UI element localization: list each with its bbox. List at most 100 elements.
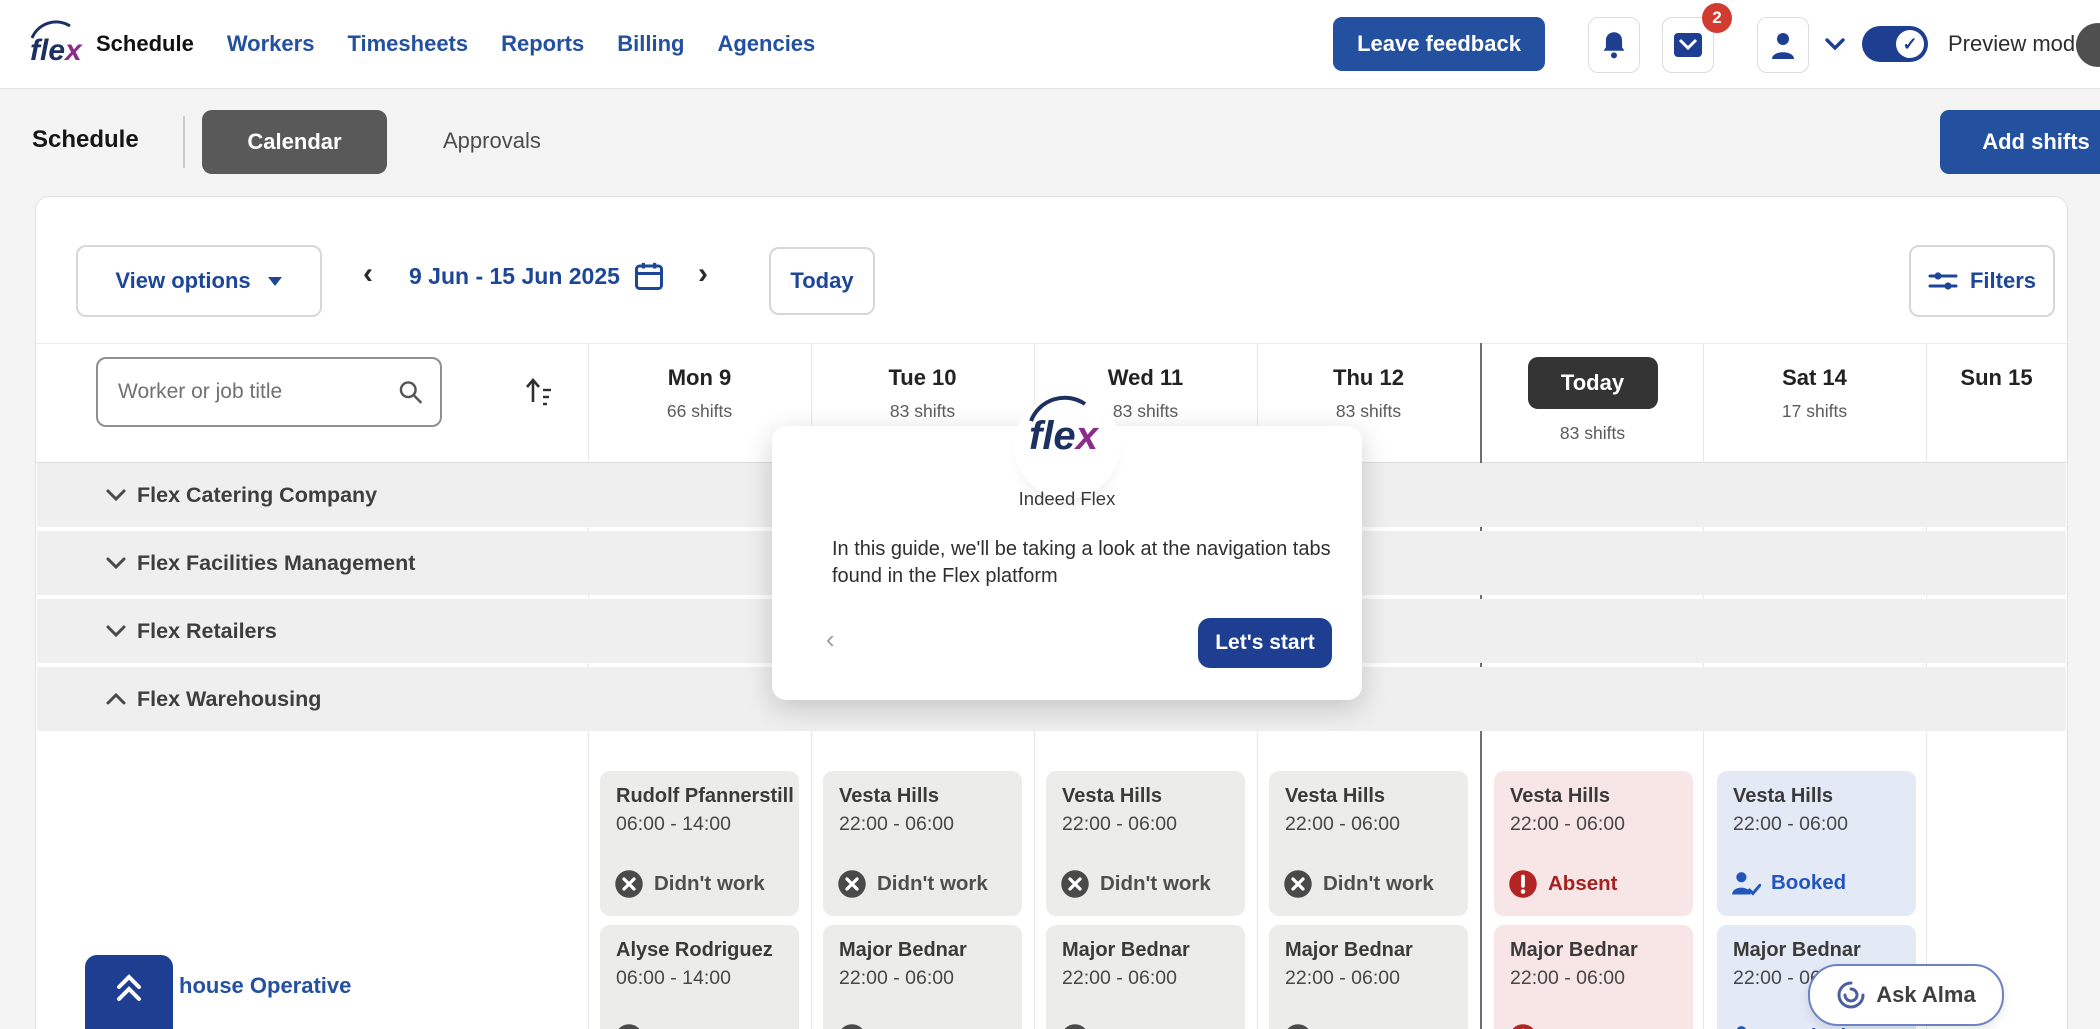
nav-item-billing[interactable]: Billing <box>617 31 684 57</box>
ask-alma-label: Ask Alma <box>1876 982 1975 1008</box>
day-label: Thu 12 <box>1257 365 1480 391</box>
day-shift-count: 83 shifts <box>811 401 1034 422</box>
shift-time: 22:00 - 06:00 <box>1510 967 1625 990</box>
shift-card-absent[interactable]: Vesta Hills 22:00 - 06:00 Absent <box>1494 771 1693 916</box>
alert-icon <box>1508 1023 1538 1029</box>
bell-icon <box>1600 30 1628 60</box>
shift-card-booked[interactable]: Vesta Hills 22:00 - 06:00 Booked <box>1717 771 1916 916</box>
partial-avatar[interactable] <box>2076 23 2100 67</box>
shift-time: 22:00 - 06:00 <box>839 967 954 990</box>
nav-item-schedule[interactable]: Schedule <box>96 31 194 57</box>
prev-week-button[interactable]: ‹ <box>363 259 373 289</box>
leave-feedback-button[interactable]: Leave feedback <box>1333 17 1545 71</box>
shift-time: 22:00 - 06:00 <box>839 813 954 836</box>
next-week-button[interactable]: › <box>698 259 708 289</box>
shift-card[interactable]: Vesta Hills 22:00 - 06:00 Didn't work <box>823 771 1022 916</box>
shift-time: 22:00 - 06:00 <box>1733 813 1848 836</box>
shift-status: Didn't work <box>837 869 988 899</box>
shift-time: 22:00 - 06:00 <box>1062 967 1177 990</box>
nav-links: Schedule Workers Timesheets Reports Bill… <box>96 0 815 88</box>
shift-status: Absent <box>1508 869 1617 899</box>
day-label: Sat 14 <box>1703 365 1926 391</box>
shift-worker-name: Vesta Hills <box>839 785 939 808</box>
shift-worker-name: Vesta Hills <box>1510 785 1610 808</box>
day-label: Tue 10 <box>811 365 1034 391</box>
alma-spiral-icon <box>1836 980 1866 1010</box>
flex-logo[interactable]: flex <box>26 20 90 73</box>
popover-back-chevron[interactable]: ‹ <box>826 626 835 652</box>
group-label: Flex Catering Company <box>137 483 377 508</box>
day-shift-count: 83 shifts <box>1482 423 1703 444</box>
shift-card[interactable]: Major Bednar 22:00 - 06:00 Didn't work <box>1269 925 1468 1029</box>
person-check-icon <box>1731 1023 1761 1029</box>
nav-item-timesheets[interactable]: Timesheets <box>347 31 468 57</box>
shift-status-label: Booked <box>1771 871 1846 895</box>
shift-worker-name: Alyse Rodriguez <box>616 939 773 962</box>
flex-logo-icon: flex <box>26 20 90 68</box>
sort-button[interactable] <box>516 369 560 413</box>
shift-status: Didn't work <box>1283 1023 1434 1029</box>
subheader-divider <box>183 116 185 168</box>
date-range-button[interactable]: 9 Jun - 15 Jun 2025 <box>409 261 709 291</box>
account-button[interactable] <box>1757 17 1809 73</box>
svg-text:flex: flex <box>1029 414 1100 458</box>
shift-status: Didn't work <box>1283 869 1434 899</box>
chevron-up-icon <box>105 692 127 706</box>
chevron-down-icon <box>105 556 127 570</box>
notifications-button[interactable] <box>1588 17 1640 73</box>
preview-mode-label: Preview mode <box>1948 31 2087 57</box>
day-header-sun: Sun 15 <box>1926 343 2067 461</box>
shift-status: Didn't work <box>1060 1023 1211 1029</box>
circle-x-icon <box>614 1023 644 1029</box>
shift-status: Didn't work <box>1060 869 1211 899</box>
shift-card-absent[interactable]: Major Bednar 22:00 - 06:00 Absent <box>1494 925 1693 1029</box>
preview-mode-toggle[interactable]: ✓ <box>1862 26 1928 62</box>
shift-worker-name: Vesta Hills <box>1733 785 1833 808</box>
shift-time: 06:00 - 14:00 <box>616 967 731 990</box>
shift-status: Didn't work <box>614 1023 765 1029</box>
account-chevron[interactable] <box>1822 32 1848 61</box>
scroll-to-top-button[interactable] <box>85 955 173 1029</box>
chevron-down-icon <box>105 488 127 502</box>
shift-card[interactable]: Major Bednar 22:00 - 06:00 Didn't work <box>823 925 1022 1029</box>
today-pill[interactable]: Today <box>1528 357 1658 409</box>
shift-card[interactable]: Vesta Hills 22:00 - 06:00 Didn't work <box>1269 771 1468 916</box>
today-button[interactable]: Today <box>769 247 875 315</box>
view-options-button[interactable]: View options <box>76 245 322 317</box>
nav-item-workers[interactable]: Workers <box>227 31 315 57</box>
filters-label: Filters <box>1970 268 2036 294</box>
dropdown-caret-icon <box>267 275 283 287</box>
top-navbar: flex Schedule Workers Timesheets Reports… <box>0 0 2100 89</box>
add-shifts-button[interactable]: Add shifts <box>1940 110 2100 174</box>
shift-card[interactable]: Alyse Rodriguez 06:00 - 14:00 Didn't wor… <box>600 925 799 1029</box>
lets-start-button[interactable]: Let's start <box>1198 618 1332 668</box>
nav-item-reports[interactable]: Reports <box>501 31 584 57</box>
messages-badge: 2 <box>1702 3 1732 33</box>
shift-card[interactable]: Vesta Hills 22:00 - 06:00 Didn't work <box>1046 771 1245 916</box>
shift-time: 06:00 - 14:00 <box>616 813 731 836</box>
job-title-row-label[interactable]: house Operative <box>179 973 351 999</box>
day-label: Sun 15 <box>1926 365 2067 391</box>
filters-icon <box>1928 268 1958 294</box>
day-shift-count: 66 shifts <box>588 401 811 422</box>
day-label: Mon 9 <box>588 365 811 391</box>
page-title: Schedule <box>32 126 139 154</box>
popover-logo-badge: flex <box>1014 393 1120 499</box>
shift-worker-name: Major Bednar <box>1062 939 1190 962</box>
shift-card[interactable]: Rudolf Pfannerstill 06:00 - 14:00 Didn't… <box>600 771 799 916</box>
shift-time: 22:00 - 06:00 <box>1062 813 1177 836</box>
alert-icon <box>1508 869 1538 899</box>
day-header-sat: Sat 14 17 shifts <box>1703 343 1926 461</box>
tab-calendar[interactable]: Calendar <box>202 110 387 174</box>
circle-x-icon <box>1060 1023 1090 1029</box>
shift-status: Booked <box>1731 869 1846 897</box>
circle-x-icon <box>1283 1023 1313 1029</box>
shift-card[interactable]: Major Bednar 22:00 - 06:00 Didn't work <box>1046 925 1245 1029</box>
tab-approvals[interactable]: Approvals <box>443 128 541 154</box>
circle-x-icon <box>1283 869 1313 899</box>
ask-alma-button[interactable]: Ask Alma <box>1808 964 2004 1026</box>
search-input[interactable] <box>116 379 391 405</box>
filters-button[interactable]: Filters <box>1909 245 2055 317</box>
calendar-icon <box>634 261 664 291</box>
nav-item-agencies[interactable]: Agencies <box>717 31 815 57</box>
